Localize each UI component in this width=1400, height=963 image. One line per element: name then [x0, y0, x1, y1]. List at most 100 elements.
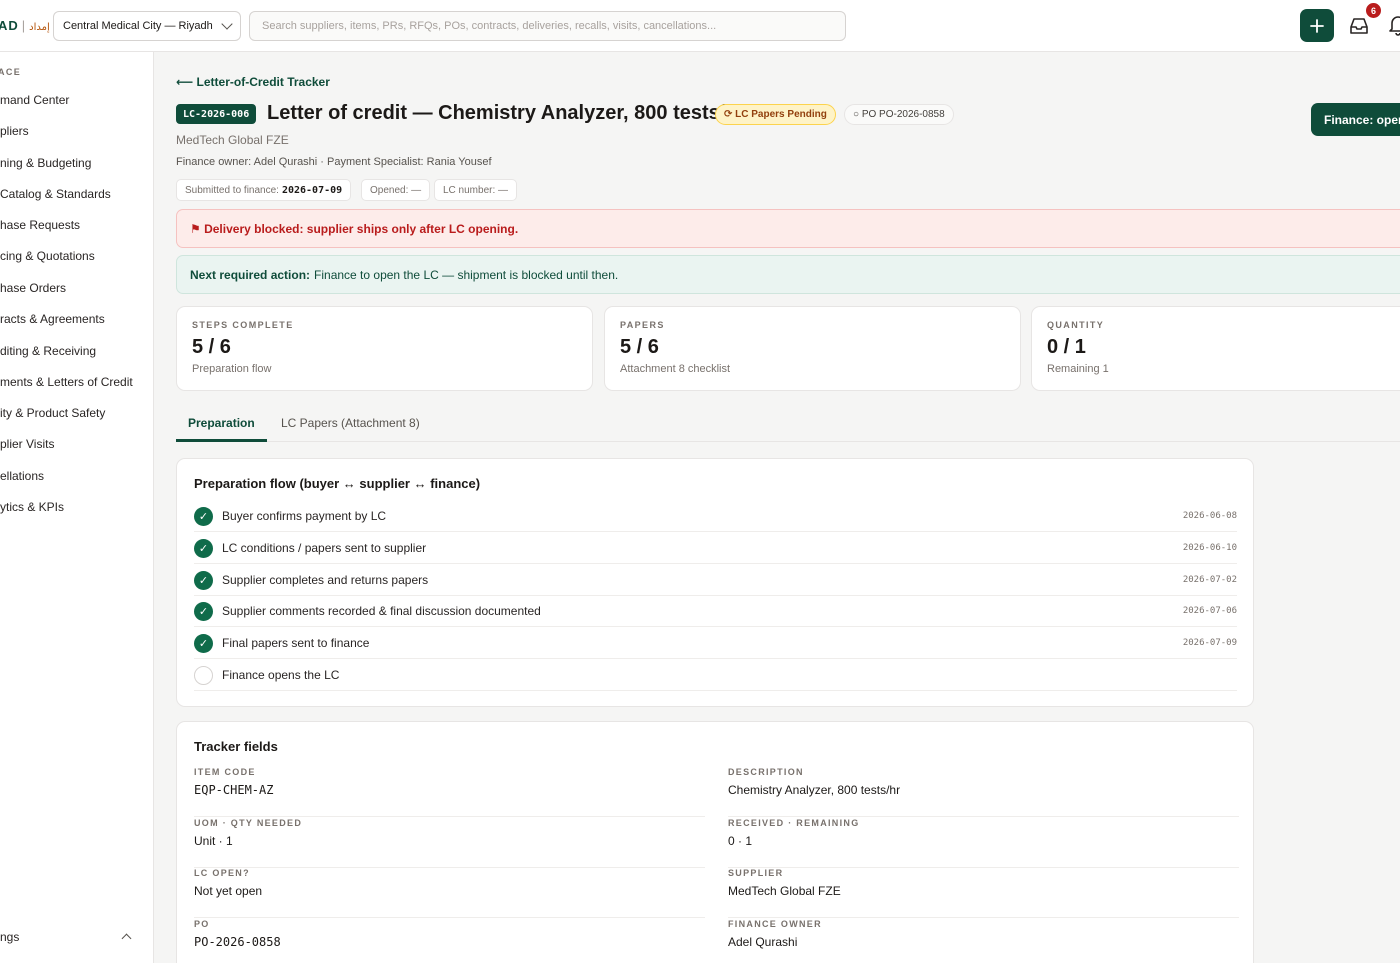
field-supplier: SUPPLIER MedTech Global FZE: [728, 868, 1239, 918]
lc-id-badge: LC-2026-006: [176, 104, 257, 124]
flow-step: Finance opens the LC: [194, 659, 1237, 691]
empty-circle-icon: [194, 666, 213, 685]
check-icon: ✓: [194, 634, 213, 653]
chevron-up-icon: [121, 933, 132, 944]
field-label: UOM · QTY NEEDED: [194, 818, 303, 828]
submitted-label: Submitted to finance:: [185, 184, 279, 196]
field-value: Not yet open: [194, 884, 263, 898]
tracker-fields-card: Tracker fields ITEM CODE EQP-CHEM-AZ DES…: [176, 721, 1254, 963]
site-select-value: Central Medical City — Riyadh: [63, 20, 213, 32]
field-uom-qty: UOM · QTY NEEDED Unit · 1: [194, 818, 705, 868]
sidebar-settings-toggle[interactable]: ngs: [0, 930, 154, 944]
top-bar: AD | إمداد Central Medical City — Riyadh S…: [0, 0, 1400, 52]
flow-step-date: 2026-07-09: [1182, 638, 1237, 648]
kpi-value: 5 / 6: [620, 336, 659, 358]
sidebar-section-label: ACE: [0, 67, 22, 77]
submitted-date: 2026-07-09: [281, 184, 343, 196]
active-tab-indicator: [176, 439, 267, 442]
sidebar-item-cancellations[interactable]: ellations: [0, 469, 44, 483]
flow-step-date: 2026-06-10: [1182, 543, 1237, 553]
field-value[interactable]: PO-2026-0858: [194, 935, 281, 949]
field-lc-open: LC OPEN? Not yet open: [194, 868, 705, 918]
flow-step-label: LC conditions / papers sent to supplier: [222, 541, 427, 555]
next-action-label: Next required action:: [190, 267, 311, 282]
kpi-label: STEPS COMPLETE: [192, 320, 294, 330]
tab-preparation[interactable]: Preparation: [188, 416, 255, 430]
next-action-alert: Next required action: Finance to open the…: [176, 255, 1400, 294]
brand-name-arabic: إمداد: [29, 22, 50, 33]
kpi-subtext: Remaining 1: [1047, 363, 1109, 375]
sidebar-item-analytics-kpis[interactable]: ytics & KPIs: [0, 500, 64, 514]
flow-step-label: Supplier completes and returns papers: [222, 573, 429, 587]
sidebar-item-expediting-receiving[interactable]: diting & Receiving: [0, 344, 96, 358]
back-to-tracker-link[interactable]: ⟵ Letter-of-Credit Tracker: [176, 75, 330, 89]
status-badge: ⟳ LC Papers Pending: [715, 104, 836, 125]
kpi-label: PAPERS: [620, 320, 665, 330]
sidebar-item-catalog-standards[interactable]: Catalog & Standards: [0, 187, 111, 201]
sidebar: ACE mand Center pliers ning & Budgeting …: [0, 52, 154, 963]
lc-number-chip: LC number: —: [434, 179, 518, 201]
sidebar-item-planning-budgeting[interactable]: ning & Budgeting: [0, 156, 91, 170]
check-icon: ✓: [194, 507, 213, 526]
po-link-badge[interactable]: ○ PO PO-2026-0858: [844, 104, 954, 125]
check-icon: ✓: [194, 539, 213, 558]
opened-chip: Opened: —: [361, 179, 431, 201]
sidebar-item-purchase-orders[interactable]: hase Orders: [0, 281, 66, 295]
flow-step: ✓ Final papers sent to finance 2026-07-0…: [194, 627, 1237, 659]
kpi-label: QUANTITY: [1047, 320, 1105, 330]
page-title: Letter of credit — Chemistry Analyzer, 8…: [267, 102, 746, 124]
sidebar-item-suppliers[interactable]: pliers: [0, 124, 29, 138]
sidebar-item-contracts-agreements[interactable]: racts & Agreements: [0, 312, 105, 326]
flow-step: ✓ LC conditions / papers sent to supplie…: [194, 532, 1237, 564]
flow-step-label: Final papers sent to finance: [222, 636, 370, 650]
site-select[interactable]: Central Medical City — Riyadh: [53, 11, 241, 41]
sidebar-item-payments-letters-of-credit[interactable]: ments & Letters of Credit: [0, 375, 133, 389]
preparation-flow-title: Preparation flow (buyer ↔ supplier ↔ fin…: [194, 476, 481, 491]
sidebar-item-supplier-visits[interactable]: plier Visits: [0, 437, 54, 451]
finance-open-button[interactable]: Finance: open: [1311, 103, 1400, 136]
flow-step-label: Finance opens the LC: [222, 668, 340, 682]
kpi-subtext: Preparation flow: [192, 363, 272, 375]
sidebar-item-command-center[interactable]: mand Center: [0, 93, 69, 107]
owners-line: Finance owner: Adel Qurashi · Payment Sp…: [176, 156, 492, 168]
inbox-count-badge: 6: [1366, 3, 1381, 18]
sidebar-settings-label: ngs: [0, 930, 20, 944]
field-item-code: ITEM CODE EQP-CHEM-AZ: [194, 767, 705, 817]
kpi-value: 0 / 1: [1047, 336, 1086, 358]
flow-step-date: 2026-06-08: [1182, 511, 1237, 521]
kpi-subtext: Attachment 8 checklist: [620, 363, 731, 375]
search-placeholder: Search suppliers, items, PRs, RFQs, POs,…: [262, 20, 717, 32]
next-action-text: Finance to open the LC — shipment is blo…: [314, 267, 619, 282]
flow-step-date: 2026-07-06: [1182, 606, 1237, 616]
field-po: PO PO-2026-0858: [194, 919, 705, 963]
detail-tabs: Preparation LC Papers (Attachment 8): [176, 408, 1400, 442]
field-label: RECEIVED · REMAINING: [728, 818, 860, 828]
field-value: MedTech Global FZE: [728, 884, 841, 898]
notifications-button[interactable]: [1388, 14, 1400, 38]
sidebar-item-quality-product-safety[interactable]: ity & Product Safety: [0, 406, 105, 420]
inbox-icon: [1350, 18, 1368, 34]
sidebar-item-sourcing-quotations[interactable]: cing & Quotations: [0, 249, 95, 263]
flow-step: ✓ Supplier comments recorded & final dis…: [194, 595, 1237, 627]
global-search-input[interactable]: Search suppliers, items, PRs, RFQs, POs,…: [249, 11, 846, 41]
plus-icon: [1310, 18, 1324, 33]
tracker-fields-title: Tracker fields: [194, 739, 278, 754]
flow-step: ✓ Supplier completes and returns papers …: [194, 564, 1237, 596]
create-new-button[interactable]: [1300, 9, 1334, 42]
field-value: 0 · 1: [728, 834, 753, 848]
field-label: ITEM CODE: [194, 767, 256, 777]
chevron-down-icon: [221, 18, 233, 30]
bell-icon: [1389, 16, 1400, 36]
field-value: Adel Qurashi: [728, 935, 798, 949]
field-label: PO: [194, 919, 210, 929]
field-finance-owner: FINANCE OWNER Adel Qurashi: [728, 919, 1239, 963]
flow-step-date: 2026-07-02: [1182, 575, 1237, 585]
brand-logo[interactable]: AD | إمداد: [0, 18, 50, 33]
preparation-flow-card: Preparation flow (buyer ↔ supplier ↔ fin…: [176, 458, 1254, 707]
field-label: FINANCE OWNER: [728, 919, 822, 929]
sidebar-item-purchase-requests[interactable]: hase Requests: [0, 218, 80, 232]
check-icon: ✓: [194, 571, 213, 590]
field-value: EQP-CHEM-AZ: [194, 783, 274, 797]
tab-lc-papers[interactable]: LC Papers (Attachment 8): [281, 416, 420, 430]
flow-step-label: Buyer confirms payment by LC: [222, 509, 387, 523]
